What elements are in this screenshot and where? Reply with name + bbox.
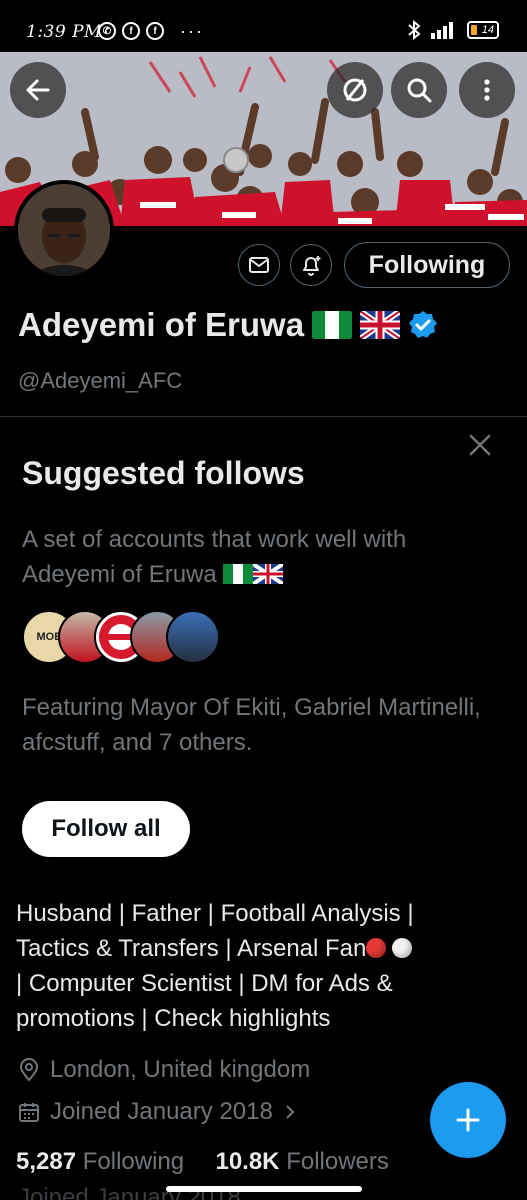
verified-badge-icon [409,311,438,338]
location-text: London, United kingdom [50,1056,311,1083]
battery-level: 14 [481,24,494,36]
avatar-image [18,184,110,276]
divider [0,416,527,417]
suggested-follows-description: A set of accounts that work well with Ad… [22,522,502,592]
suggested-description-prefix: A set of accounts that work well with [22,526,407,553]
mute-button[interactable] [327,62,383,118]
close-icon[interactable] [467,432,493,458]
back-button[interactable] [10,62,66,118]
bio-line: Husband | Father | Football Analysis | [16,900,414,927]
profile-handle: @Adeyemi_AFC [18,368,183,393]
more-notifications-icon: ··· [180,21,204,41]
bio-line: Tactics & Transfers | Arsenal Fan [16,935,367,962]
envelope-icon [249,257,269,273]
plus-icon [456,1108,480,1132]
compose-button[interactable] [430,1082,506,1158]
whatsapp-icon: ✆ [98,22,116,40]
followers-count[interactable]: 10.8K Followers [215,1148,388,1175]
suggested-featuring-text: Featuring Mayor Of Ekiti, Gabriel Martin… [22,694,481,756]
followers-value: 10.8K [215,1148,280,1175]
bell-plus-icon [303,256,321,276]
search-icon [407,78,432,103]
nigeria-flag-icon [223,564,254,584]
circle-slash-icon [343,78,367,102]
suggested-avatar-5[interactable] [166,610,220,664]
following-label: Following [82,1148,185,1175]
suggested-follows-title: Suggested follows [22,455,305,491]
followers-label: Followers [286,1148,389,1175]
signal-icon [431,22,453,39]
status-time: 1:39 PM [26,22,102,42]
location-pin-icon [19,1058,39,1082]
follow-counts: 5,287 Following 10.8K Followers [16,1148,389,1176]
follow-all-button[interactable]: Follow all [22,801,190,857]
suggested-description-name: Adeyemi of Eruwa [22,561,217,588]
following-count[interactable]: 5,287 Following [16,1148,184,1175]
chevron-right-icon [286,1105,295,1119]
avatar[interactable] [14,180,114,280]
uk-flag-icon [252,562,285,586]
bio-line: promotions | Check highlights [16,1005,331,1032]
more-options-button[interactable] [459,62,515,118]
profile-location: London, United kingdom [18,1056,310,1084]
bio-line: | Computer Scientist | DM for Ads & [16,970,393,997]
bluetooth-icon [408,20,421,40]
nigeria-flag-icon [312,311,353,339]
profile-name: Adeyemi of Eruwa [18,306,438,344]
white-circle-emoji [392,938,413,958]
arrow-left-icon [26,79,50,101]
status-bar: 1:39 PM ✆ f f ··· 14 [0,0,527,52]
facebook-icon: f [122,22,140,40]
calendar-icon [19,1103,39,1122]
battery-icon: 14 [467,21,499,39]
following-button[interactable]: Following [344,242,510,288]
uk-flag-icon [360,311,401,339]
message-button[interactable] [238,244,280,286]
display-name: Adeyemi of Eruwa [18,306,305,343]
red-circle-emoji [366,938,387,958]
notifications-button[interactable] [290,244,332,286]
profile-joined[interactable]: Joined January 2018 [18,1098,297,1126]
facebook-icon: f [146,22,164,40]
status-system-icons: 14 [407,20,499,40]
search-button[interactable] [391,62,447,118]
home-indicator[interactable] [166,1186,362,1192]
status-notification-icons: ✆ f f ··· [98,22,204,40]
following-value: 5,287 [16,1148,77,1175]
more-vertical-icon [484,79,490,101]
suggested-avatars[interactable]: MOE [22,610,220,664]
profile-bio: Husband | Father | Football Analysis | T… [16,896,506,1036]
joined-text: Joined January 2018 [50,1098,273,1125]
